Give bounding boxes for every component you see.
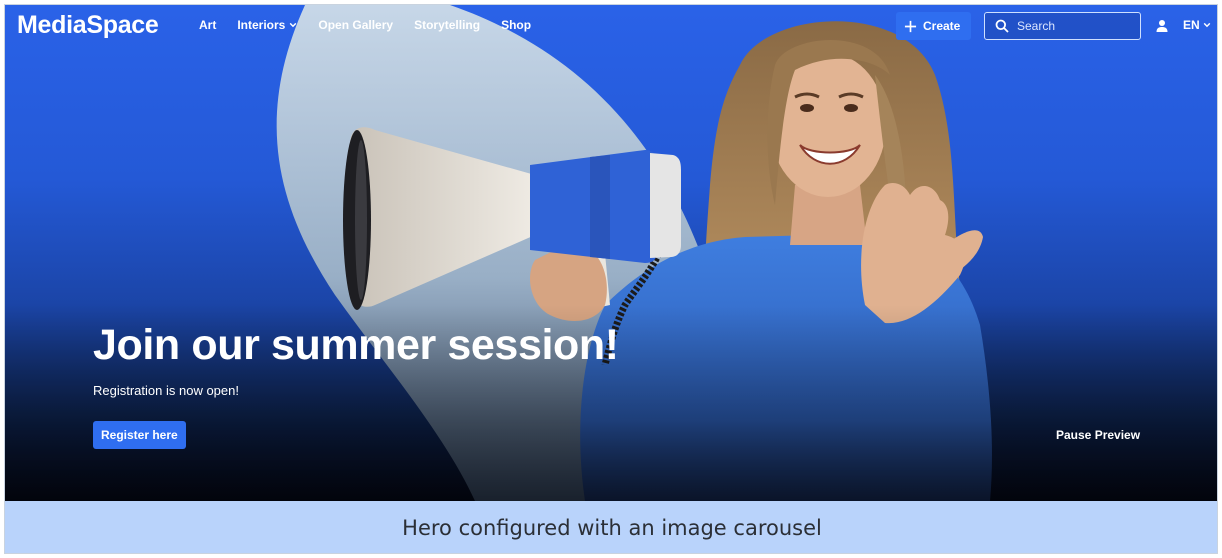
nav-item-art[interactable]: Art	[199, 18, 216, 32]
create-button-label: Create	[923, 19, 961, 33]
site-logo[interactable]: MediaSpace	[17, 11, 159, 40]
nav-item-label: Interiors	[237, 18, 286, 32]
search-input[interactable]	[1017, 19, 1127, 33]
register-button[interactable]: Register here	[93, 421, 186, 449]
chevron-down-icon	[290, 22, 297, 28]
nav-item-interiors[interactable]: Interiors	[237, 18, 297, 32]
user-icon[interactable]	[1155, 19, 1169, 33]
nav-item-label: Shop	[501, 18, 532, 32]
nav-item-label: Open Gallery	[318, 18, 394, 32]
create-button[interactable]: Create	[896, 12, 971, 40]
hero-subtext: Registration is now open!	[93, 383, 239, 398]
top-navigation-bar: MediaSpace Art Interiors Open Gallery St…	[5, 5, 1217, 47]
search-box	[984, 12, 1141, 40]
screenshot-frame: MediaSpace Art Interiors Open Gallery St…	[4, 4, 1218, 554]
nav-item-storytelling[interactable]: Storytelling	[414, 18, 480, 32]
main-nav: Art Interiors Open Gallery Storytelling …	[199, 18, 552, 32]
plus-icon	[904, 20, 917, 32]
hero-carousel: MediaSpace Art Interiors Open Gallery St…	[5, 5, 1217, 501]
pause-preview-button[interactable]: Pause Preview	[1056, 428, 1140, 442]
language-label: EN	[1183, 18, 1200, 32]
language-selector[interactable]: EN	[1183, 18, 1211, 32]
chevron-down-icon	[1203, 22, 1210, 28]
nav-item-open-gallery[interactable]: Open Gallery	[318, 18, 393, 32]
nav-item-label: Art	[199, 18, 217, 32]
nav-item-label: Storytelling	[414, 18, 481, 32]
search-icon	[995, 19, 1009, 33]
caption-banner: Hero configured with an image carousel	[5, 501, 1217, 553]
hero-headline: Join our summer session!	[93, 321, 619, 369]
nav-item-shop[interactable]: Shop	[501, 18, 531, 32]
